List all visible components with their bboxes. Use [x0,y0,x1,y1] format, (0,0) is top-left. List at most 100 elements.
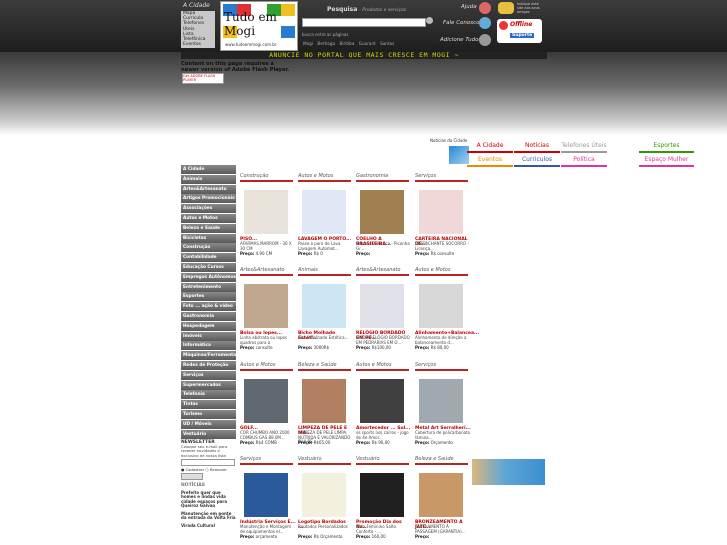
nav-tab[interactable]: Curriculos [514,155,560,164]
side-banner[interactable] [472,459,545,485]
sidebar-item[interactable]: Contabilidade [181,253,236,263]
newsletter-email-input[interactable] [181,458,235,466]
nav-tab[interactable]: A Cidade [467,141,513,150]
product-category[interactable]: Beleza e Saúde [298,362,337,368]
price-value: R$65,00 [312,440,331,445]
quick-link[interactable]: Mogi [303,41,313,46]
sidebar-item[interactable]: Foto ... ação & vídeo [181,302,236,312]
quick-link[interactable]: Santos [380,41,394,46]
quick-link[interactable]: Guararé [359,41,376,46]
product-category[interactable]: Autos e Motos [356,362,391,368]
nav-tab[interactable]: Esportes [639,141,694,150]
product-image[interactable] [302,379,346,423]
sidebar-item[interactable]: Turismo [181,409,236,419]
product-category[interactable]: Animais [298,267,318,273]
category-underline [415,369,468,371]
price-label: Preço: [298,251,313,256]
sidebar-item[interactable]: Empregos Autônomos [181,272,236,282]
search-button[interactable] [426,17,433,24]
site-logo[interactable]: Tudo em Mogi www.tudoemmogi.com.br [220,1,298,51]
ajuda-link[interactable]: Ajuda [461,4,477,10]
sidebar-item[interactable]: Tintas [181,400,236,410]
mini-ad[interactable]: Indique este site aos seus amigos [517,2,542,14]
product-category[interactable]: Artes&Artesanato [240,267,284,273]
nav-tab[interactable]: Espaço Mulher [639,155,694,164]
product-image[interactable] [360,190,404,234]
fale-conosco-link[interactable]: Fale Conosco [443,20,480,26]
product-image[interactable] [244,284,288,328]
product-category[interactable]: Gastronomia [356,173,388,179]
nav-tab[interactable]: Eventos [467,155,513,164]
product-category[interactable]: Serviços [415,173,436,179]
product-image[interactable] [360,473,404,517]
product-category[interactable]: Vestuário [356,456,380,462]
newsletter-ok-button[interactable] [181,472,203,480]
sidebar-item[interactable]: Máquinas/Ferramentas [181,351,239,361]
sidebar-item[interactable]: Gastronomia [181,311,236,321]
search-input[interactable] [302,18,426,27]
nav-tab[interactable]: Política [561,155,607,164]
sidebar-item[interactable]: Hospedagem [181,321,236,331]
product-image[interactable] [302,473,346,517]
sidebar-item[interactable]: Animais [181,174,236,184]
product-category[interactable]: Artes&Artesanato [356,267,400,273]
contact-icon[interactable] [479,17,491,29]
product-image[interactable] [419,379,463,423]
get-flash-button[interactable]: Get ADOBE FLASH PLAYER [182,73,224,84]
product-image[interactable] [244,379,288,423]
favorite-icon[interactable] [479,34,491,46]
product-image[interactable] [419,284,463,328]
product-image[interactable] [302,284,346,328]
product-image[interactable] [360,284,404,328]
news-item[interactable]: Manutenção em ponte da entrada da Volta … [181,511,236,521]
remover-label: Remover [209,466,227,472]
product-image[interactable] [419,190,463,234]
product-category[interactable]: Construção [240,173,268,179]
product-category[interactable]: Vestuário [298,456,322,462]
sidebar-item[interactable]: Construção [181,243,236,253]
news-item[interactable]: Prefeito quer que homes e lindas vida ci… [181,490,236,509]
product-price: Preço: [356,251,370,256]
sidebar-item[interactable]: Educação Cursos [181,262,236,272]
nav-tab[interactable]: Telefones Úteis [561,141,607,150]
sidebar-item[interactable]: Vestuário [181,429,236,439]
sidebar-item[interactable]: Entretenimento [181,282,236,292]
product-category[interactable]: Autos e Motos [415,267,450,273]
sidebar-item[interactable]: Beleza e Saúde [181,223,236,233]
product-category[interactable]: Beleza e Saúde [415,456,454,462]
sidebar-item[interactable]: A Cidade [181,165,236,174]
sidebar-item[interactable]: Artigos Promocionais [181,194,236,204]
product-image[interactable] [244,473,288,517]
nav-tab[interactable]: Notícias [514,141,560,150]
sidebar-item[interactable]: Associações [181,204,236,214]
sidebar-item[interactable]: Serviços [181,370,236,380]
search-label: Pesquisa - Produtos e serviços [327,6,406,13]
cidade-link[interactable]: Eventos [181,42,215,47]
sidebar-item[interactable]: Telefonia [181,390,236,400]
sidebar-item[interactable]: Redes de Proteção [181,360,236,370]
sidebar-item[interactable]: Bicicletas [181,233,236,243]
product-image[interactable] [302,190,346,234]
product-category[interactable]: Autos e Motos [240,362,275,368]
product-category[interactable]: Serviços [415,362,436,368]
product-image[interactable] [419,473,463,517]
help-icon[interactable] [479,2,491,14]
sidebar-item[interactable]: Informática [181,341,236,351]
search-hint: busca entre as páginas [302,32,349,37]
sidebar-item[interactable]: Esportes [181,292,236,302]
sidebar-item[interactable]: UD / Móveis [181,419,236,429]
sidebar-item[interactable]: Autos e Motos [181,213,236,223]
price-label: Preço: [415,345,430,350]
sidebar-item[interactable]: Imóveis [181,331,236,341]
news-item[interactable]: Virada Cultural [181,523,236,529]
sidebar-item[interactable]: Supermercados [181,380,236,390]
quick-link[interactable]: Bertioga [317,41,335,46]
quick-link[interactable]: Biritiba [339,41,354,46]
price-label: Preço: [356,534,371,539]
support-widget[interactable]: Offline Suporte [497,19,542,43]
sidebar-item[interactable]: Artes&Artesanato [181,184,236,194]
product-category[interactable]: Autos e Motos [298,173,333,179]
product-category[interactable]: Serviços [240,456,261,462]
product-image[interactable] [244,190,288,234]
product-image[interactable] [360,379,404,423]
